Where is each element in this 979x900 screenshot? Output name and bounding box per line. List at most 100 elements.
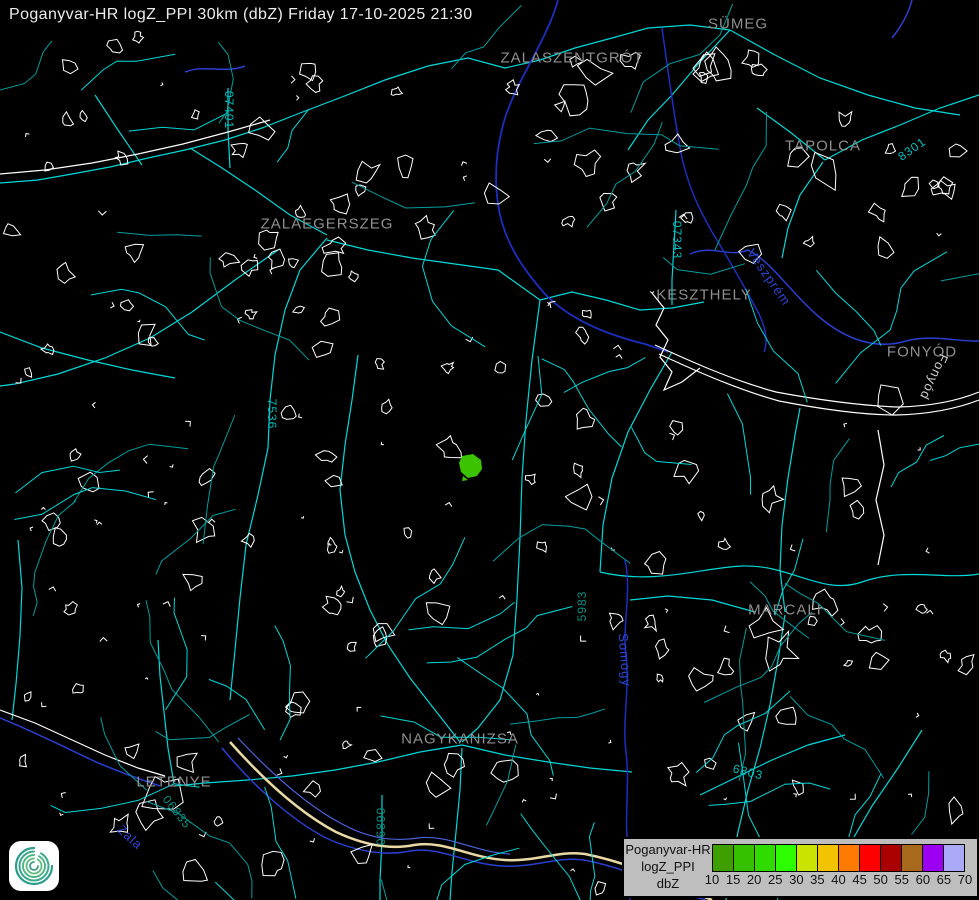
- village-outline: [878, 385, 903, 415]
- minor-road: [409, 602, 515, 630]
- village-outline: [645, 615, 657, 631]
- village-outline: [192, 110, 200, 119]
- city-label: KESZTHELY: [656, 287, 751, 304]
- minor-road: [129, 113, 227, 131]
- city-label: NAGYKANIZSA: [401, 731, 519, 748]
- legend-tick-label: 10: [705, 872, 719, 887]
- minor-road: [210, 257, 309, 360]
- village-outline: [25, 368, 32, 378]
- city-label: LETENYE: [136, 774, 211, 791]
- village-outline: [415, 216, 435, 240]
- village-outline: [610, 613, 624, 630]
- minor-road: [366, 537, 465, 658]
- minor-road: [534, 128, 719, 149]
- minor-road: [0, 41, 52, 116]
- village-outline: [595, 882, 606, 895]
- village-outline: [429, 569, 441, 584]
- village-outline: [322, 596, 341, 615]
- map-mark: [916, 713, 919, 717]
- legend-colorbar: 10152025303540455055606570: [712, 839, 977, 896]
- village-outline: [136, 800, 163, 831]
- village-outline: [949, 144, 967, 157]
- village-outline: [241, 533, 254, 547]
- map-mark: [927, 610, 934, 614]
- map-mark: [284, 755, 288, 758]
- village-outline: [125, 744, 139, 759]
- map-mark: [463, 176, 467, 181]
- map-mark: [148, 492, 154, 498]
- map-mark: [185, 421, 190, 426]
- minor-road: [277, 109, 309, 162]
- village-outline: [762, 486, 783, 513]
- village-outline: [565, 484, 592, 510]
- village-outline: [53, 528, 66, 546]
- map-mark: [26, 134, 30, 137]
- village-outline: [689, 668, 714, 691]
- village-outline: [322, 253, 342, 276]
- village-outline: [718, 538, 730, 549]
- minor-road: [203, 415, 235, 544]
- map-mark: [445, 503, 452, 507]
- village-outline: [382, 399, 392, 414]
- minor-road: [156, 715, 250, 740]
- map-mark: [49, 587, 56, 591]
- village-outline: [902, 177, 919, 196]
- minor-road: [493, 525, 630, 564]
- map-mark: [357, 707, 361, 711]
- village-outline: [718, 658, 734, 675]
- legend-color-cell: [775, 844, 797, 872]
- map-mark: [844, 423, 847, 427]
- village-outline: [183, 860, 208, 882]
- village-outline: [656, 639, 669, 659]
- map-mark: [650, 291, 654, 293]
- minor-road: [33, 501, 76, 616]
- village-outline: [495, 362, 506, 373]
- map-mark: [163, 602, 170, 607]
- legend-tick-label: 20: [747, 872, 761, 887]
- city-label: MARCALI: [748, 602, 822, 619]
- map-mark: [347, 597, 354, 603]
- legend-tick-label: 45: [852, 872, 866, 887]
- minor-road: [427, 607, 573, 663]
- radar-title: Poganyvar-HR logZ_PPI 30km (dbZ) Friday …: [9, 6, 473, 24]
- map-mark: [270, 268, 274, 274]
- village-outline: [20, 755, 27, 767]
- village-outline: [356, 161, 380, 183]
- village-outline: [73, 684, 84, 694]
- village-outline: [80, 111, 87, 122]
- village-outline: [839, 112, 852, 127]
- legend-tick-label: 35: [810, 872, 824, 887]
- village-outline: [121, 300, 134, 311]
- map-mark: [296, 96, 299, 101]
- village-outline: [70, 449, 81, 461]
- map-mark: [94, 520, 97, 523]
- village-outline: [436, 436, 461, 458]
- legend-unit: dbZ: [657, 876, 679, 893]
- map-mark: [61, 793, 65, 798]
- legend-color-cell: [859, 844, 881, 872]
- legend-color-cell: [817, 844, 839, 872]
- map-mark: [599, 497, 604, 505]
- map-mark: [299, 414, 302, 418]
- radar-echo: [459, 454, 482, 481]
- village-outline: [665, 134, 690, 153]
- minor-road: [457, 658, 553, 776]
- village-outline: [803, 237, 814, 247]
- village-outline: [351, 845, 372, 864]
- minor-road: [631, 427, 691, 464]
- village-outline: [219, 253, 240, 267]
- map-mark: [793, 794, 796, 798]
- village-outline: [536, 130, 558, 141]
- minor-road: [14, 488, 156, 520]
- village-outline: [776, 707, 796, 724]
- minor-road: [72, 444, 188, 504]
- map-mark: [724, 626, 729, 633]
- village-outline: [133, 31, 144, 43]
- village-outline: [555, 101, 565, 112]
- village-outline: [491, 760, 518, 782]
- minor-road: [727, 394, 750, 495]
- village-outline: [582, 310, 591, 318]
- road-number-label: 5983: [575, 591, 589, 622]
- legend-ticks: 10152025303540455055606570: [712, 870, 965, 888]
- legend-color-cell: [754, 844, 776, 872]
